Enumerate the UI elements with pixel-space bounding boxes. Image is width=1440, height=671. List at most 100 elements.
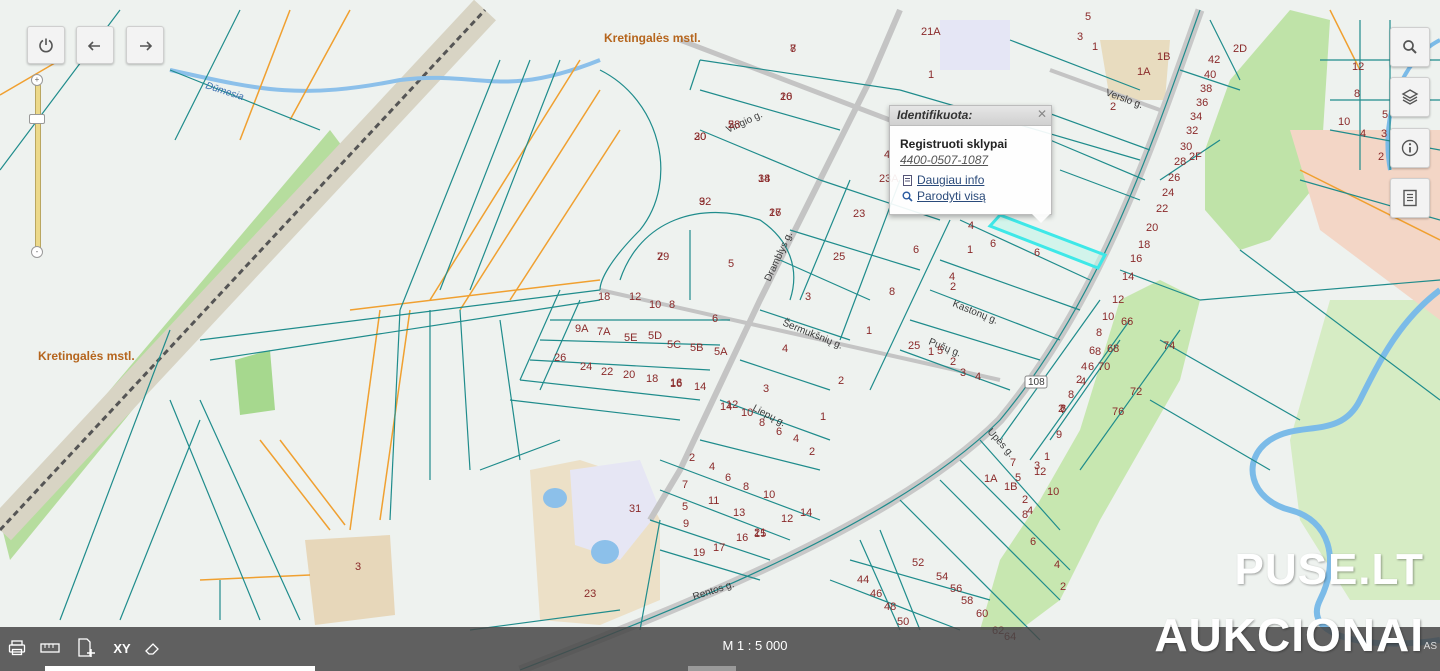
parcel-number: 12 xyxy=(1112,294,1124,306)
back-arrow-icon xyxy=(87,41,100,51)
eraser-button[interactable] xyxy=(140,637,164,659)
more-info-link[interactable]: Daugiau info xyxy=(902,173,1051,187)
parcel-number: 6 xyxy=(776,426,782,438)
add-document-button[interactable] xyxy=(74,637,98,659)
parcel-number: 20 xyxy=(623,369,635,381)
settlement-area xyxy=(305,535,395,625)
parcel-number: 10 xyxy=(1047,486,1059,498)
close-icon[interactable]: ✕ xyxy=(1037,107,1047,121)
parcel-number: 4 xyxy=(975,371,981,383)
zoom-in-button[interactable]: + xyxy=(31,74,43,86)
print-icon xyxy=(8,640,26,656)
progress-strip xyxy=(688,666,736,671)
parcel-number: 1 xyxy=(1044,451,1050,463)
parcel-number: 21A xyxy=(921,26,941,38)
parcel-number: 6 xyxy=(725,472,731,484)
parcel-number: 1B xyxy=(1157,51,1170,63)
town-label: Kretingalės mstl. xyxy=(38,349,135,363)
parcel-number: 2 xyxy=(950,281,956,293)
show-all-label[interactable]: Parodyti visą xyxy=(917,189,986,203)
parcel-number: 6 xyxy=(913,244,919,256)
parcel-number: 16 xyxy=(736,532,748,544)
town-label: Kretingalės mstl. xyxy=(604,31,701,45)
magnifier-icon xyxy=(902,191,913,202)
back-button[interactable] xyxy=(76,26,114,64)
parcel-number: 2 xyxy=(809,446,815,458)
parcel-number: 2D xyxy=(1233,43,1247,55)
parcel-number: 18 xyxy=(646,373,658,385)
parcel-number: 1 xyxy=(820,411,826,423)
corner-text: AS xyxy=(1423,641,1437,652)
parcel-number: 46 xyxy=(870,588,882,600)
zoom-slider[interactable]: + - xyxy=(29,74,45,258)
zoom-out-button[interactable]: - xyxy=(31,246,43,258)
parcel-number: 2 xyxy=(1058,403,1064,415)
parcel-number: 3 xyxy=(805,291,811,303)
cadastral-map[interactable]: Kretingalės mstl. Kretingalės mstl. Dūme… xyxy=(0,0,1440,671)
parcel-number: 8 xyxy=(759,417,765,429)
parcel-number: 29 xyxy=(657,251,669,263)
info-button[interactable] xyxy=(1390,128,1430,168)
show-all-link[interactable]: Parodyti visą xyxy=(902,189,1051,203)
measure-button[interactable] xyxy=(38,637,62,659)
parcel-number: 2 xyxy=(1378,151,1384,163)
parcel-number: 6 xyxy=(1088,361,1094,373)
watermark-line2: AUKCIONAI xyxy=(1154,609,1424,661)
parcel-number: 10 xyxy=(649,299,661,311)
popup-pointer xyxy=(1032,214,1050,223)
parcel-number: 24 xyxy=(1162,187,1174,199)
parcel-number: 4 xyxy=(1027,505,1033,517)
parcel-number: 5B xyxy=(690,342,703,354)
zoom-track[interactable] xyxy=(35,84,41,250)
more-info-label[interactable]: Daugiau info xyxy=(917,173,984,187)
parcel-number: 31 xyxy=(629,503,641,515)
parcel-number: 70 xyxy=(1098,361,1110,373)
parcel-number: 8 xyxy=(1096,327,1102,339)
parcel-number: 10 xyxy=(741,407,753,419)
parcel-number: 28 xyxy=(728,119,740,131)
parcel-number: 52 xyxy=(912,557,924,569)
parcel-number: 2 xyxy=(838,375,844,387)
parcel-number: 5C xyxy=(667,339,681,351)
parcel-number: 3 xyxy=(763,383,769,395)
parcel-number: 4 xyxy=(782,343,788,355)
parcel-number: 30 xyxy=(1180,141,1192,153)
parcel-number: 4 xyxy=(1054,559,1060,571)
parcel-number: 32 xyxy=(1186,125,1198,137)
parcel-number: 34 xyxy=(1190,111,1202,123)
parcel-number: 4 xyxy=(968,220,974,232)
map-scale: M 1 : 5 000 xyxy=(722,638,788,653)
pond xyxy=(543,488,567,508)
parcel-number: 3 xyxy=(355,561,361,573)
parcel-number: 68 xyxy=(1107,343,1119,355)
legend-button[interactable] xyxy=(1390,178,1430,218)
parcel-number: 26 xyxy=(1168,172,1180,184)
parcel-number: 7 xyxy=(790,43,796,55)
road-number: 108 xyxy=(1028,377,1045,388)
parcel-number: 18 xyxy=(1138,239,1150,251)
parcel-number: 8 xyxy=(669,299,675,311)
power-button[interactable] xyxy=(27,26,65,64)
parcel-code-link[interactable]: 4400-0507-1087 xyxy=(900,153,1051,167)
parcel-number: 1A xyxy=(984,473,998,485)
parcel-number: 4 xyxy=(1081,361,1087,373)
xy-button[interactable]: XY xyxy=(108,637,136,659)
search-button[interactable] xyxy=(1390,27,1430,67)
parcel-number: 40 xyxy=(1204,69,1216,81)
parcel-number: 1B xyxy=(1004,481,1017,493)
parcel-number: 10 xyxy=(1102,311,1114,323)
parcel-number: 5 xyxy=(937,345,943,357)
parcel-number: 26 xyxy=(554,352,566,364)
parcel-number: 18 xyxy=(598,291,610,303)
parcel-number: 12 xyxy=(726,399,738,411)
print-button[interactable] xyxy=(5,637,29,659)
parcel-number: 6 xyxy=(712,313,718,325)
forward-button[interactable] xyxy=(126,26,164,64)
zoom-thumb[interactable] xyxy=(29,114,45,124)
identify-popup: Identifikuota: ✕ Registruoti sklypai 440… xyxy=(889,105,1052,223)
parcel-number: 30 xyxy=(694,131,706,143)
parcel-number: 7 xyxy=(682,479,688,491)
parcel-number: 54 xyxy=(936,571,948,583)
layers-button[interactable] xyxy=(1390,77,1430,117)
parcel-number: 58 xyxy=(961,595,973,607)
